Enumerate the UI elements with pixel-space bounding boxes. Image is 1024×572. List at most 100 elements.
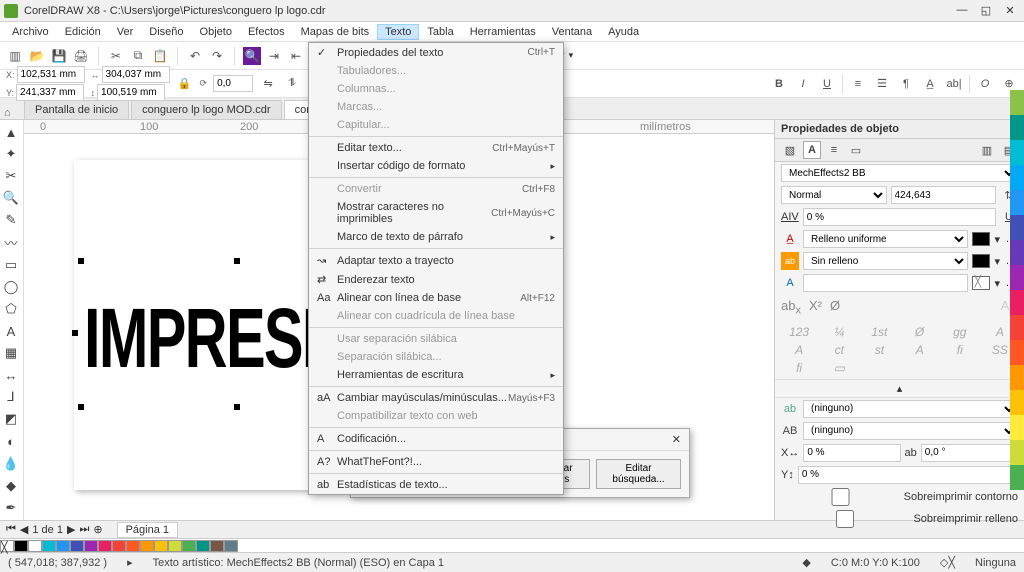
underline-icon[interactable]: U [818,75,836,93]
height-input[interactable] [97,84,165,101]
cut-icon[interactable]: ✂ [107,47,125,65]
width-input[interactable] [102,66,170,83]
dimension-tool-icon[interactable]: ↔ [0,365,22,385]
page-add-icon[interactable]: ⊕ [93,523,102,536]
page-first-icon[interactable]: ⏮ [6,523,16,536]
fill-type-select[interactable]: Relleno uniforme [803,230,968,248]
bg-swatch[interactable]: ╳ [972,276,990,290]
dropcap-icon[interactable]: ¶ [897,75,915,93]
import-icon[interactable]: ⇥ [265,47,283,65]
minimize-button[interactable]: — [952,4,972,18]
menu-ver[interactable]: Ver [109,24,142,40]
color-swatch[interactable] [28,540,42,552]
color-swatch[interactable] [224,540,238,552]
restore-button[interactable]: ◱ [976,4,996,18]
menu-item[interactable]: Mostrar caracteres no imprimiblesCtrl+Ma… [309,198,563,228]
transparency-tool-icon[interactable]: ◐ [0,432,22,452]
connector-tool-icon[interactable]: ⅃ [0,387,22,407]
mirror-h-icon[interactable]: ⇋ [259,75,277,93]
color-swatch[interactable] [14,540,28,552]
side-color-swatch[interactable] [1010,115,1024,140]
bg-type-input[interactable] [803,274,968,292]
mirror-v-icon[interactable]: ⥮ [283,75,301,93]
side-color-swatch[interactable] [1010,415,1024,440]
font-family-select[interactable]: MechEffects2 BB [781,164,1018,182]
page-tab[interactable]: Página 1 [117,522,178,538]
align-icon[interactable]: ≡ [849,75,867,93]
side-color-swatch[interactable] [1010,290,1024,315]
italic-icon[interactable]: I [794,75,812,93]
outline-type-select[interactable]: Sin relleno [803,252,968,270]
outline-tool-icon[interactable]: ✒ [0,498,22,518]
menu-item[interactable]: aACambiar mayúsculas/minúsculas...Mayús+… [309,389,563,407]
polygon-tool-icon[interactable]: ⬠ [0,299,22,319]
color-swatch[interactable] [126,540,140,552]
no-color-swatch[interactable]: ╳ [0,540,14,552]
menu-item[interactable]: ⇄Enderezar texto [309,270,563,289]
char-hshift-input[interactable] [803,444,900,462]
lock-ratio-icon[interactable]: 🔒 [176,75,194,93]
rectangle-tool-icon[interactable]: ▭ [0,255,22,275]
color-swatch[interactable] [168,540,182,552]
menu-item[interactable]: Insertar código de formato▸ [309,157,563,175]
menu-diseño[interactable]: Diseño [141,24,191,40]
menu-archivo[interactable]: Archivo [4,24,57,40]
side-color-swatch[interactable] [1010,240,1024,265]
menu-ayuda[interactable]: Ayuda [600,24,647,40]
side-color-swatch[interactable] [1010,190,1024,215]
menu-texto[interactable]: Texto [377,24,419,40]
save-icon[interactable]: 💾 [50,47,68,65]
menu-item[interactable]: abEstadísticas de texto... [309,476,563,494]
table-tool-icon[interactable]: ▦ [0,343,22,363]
freehand-tool-icon[interactable]: ✎ [0,210,22,230]
menu-efectos[interactable]: Efectos [240,24,293,40]
shape-tool-icon[interactable]: ✦ [0,144,22,164]
dropshadow-tool-icon[interactable]: ◩ [0,409,22,429]
color-swatch[interactable] [98,540,112,552]
menu-item[interactable]: ✓Propiedades del textoCtrl+T [309,43,563,62]
color-swatch[interactable] [84,540,98,552]
eyedropper-tool-icon[interactable]: 💧 [0,454,22,474]
bullets-icon[interactable]: ☰ [873,75,891,93]
menu-item[interactable]: Herramientas de escritura▸ [309,366,563,384]
menu-item[interactable]: ↝Adaptar texto a trayecto [309,251,563,270]
text-props-icon[interactable]: A̲ [921,75,939,93]
menu-item[interactable]: Editar texto...Ctrl+Mayús+T [309,139,563,157]
color-swatch[interactable] [154,540,168,552]
fill-tool-icon[interactable]: ◆ [0,476,22,496]
home-icon[interactable]: ⌂ [4,107,20,119]
paste-icon[interactable]: 📋 [151,47,169,65]
fill-swatch[interactable] [972,232,990,246]
color-swatch[interactable] [56,540,70,552]
side-color-swatch[interactable] [1010,390,1024,415]
kerning-input[interactable] [803,208,996,226]
char-angle-input[interactable] [921,444,1018,462]
bold-icon[interactable]: B [770,75,788,93]
menu-edición[interactable]: Edición [57,24,109,40]
doc-tab[interactable]: conguero lp logo MOD.cdr [131,100,281,119]
side-color-swatch[interactable] [1010,315,1024,340]
side-color-swatch[interactable] [1010,440,1024,465]
color-swatch[interactable] [196,540,210,552]
menu-item[interactable]: A?WhatTheFont?!... [309,453,563,471]
ellipse-tool-icon[interactable]: ◯ [0,277,22,297]
crop-tool-icon[interactable]: ✂ [0,166,22,186]
panel-view1-icon[interactable]: ▥ [978,141,996,159]
export-icon[interactable]: ⇤ [287,47,305,65]
side-color-swatch[interactable] [1010,340,1024,365]
redo-icon[interactable]: ↷ [208,47,226,65]
page-next-icon[interactable]: ▶ [67,523,75,536]
search-icon[interactable]: 🔍 [243,47,261,65]
search-close-icon[interactable]: ✕ [672,433,681,446]
print-icon[interactable]: 🖨 [72,47,90,65]
rotation-input[interactable] [213,75,253,92]
zoom-tool-icon[interactable]: 🔍 [0,188,22,208]
menu-objeto[interactable]: Objeto [192,24,240,40]
menu-ventana[interactable]: Ventana [544,24,600,40]
para-tab-icon[interactable]: ≡ [825,141,843,159]
side-color-swatch[interactable] [1010,140,1024,165]
color-swatch[interactable] [140,540,154,552]
ot-set1-select[interactable]: (ninguno) [803,400,1018,418]
superscript-icon[interactable]: X² [809,298,822,317]
side-color-swatch[interactable] [1010,90,1024,115]
